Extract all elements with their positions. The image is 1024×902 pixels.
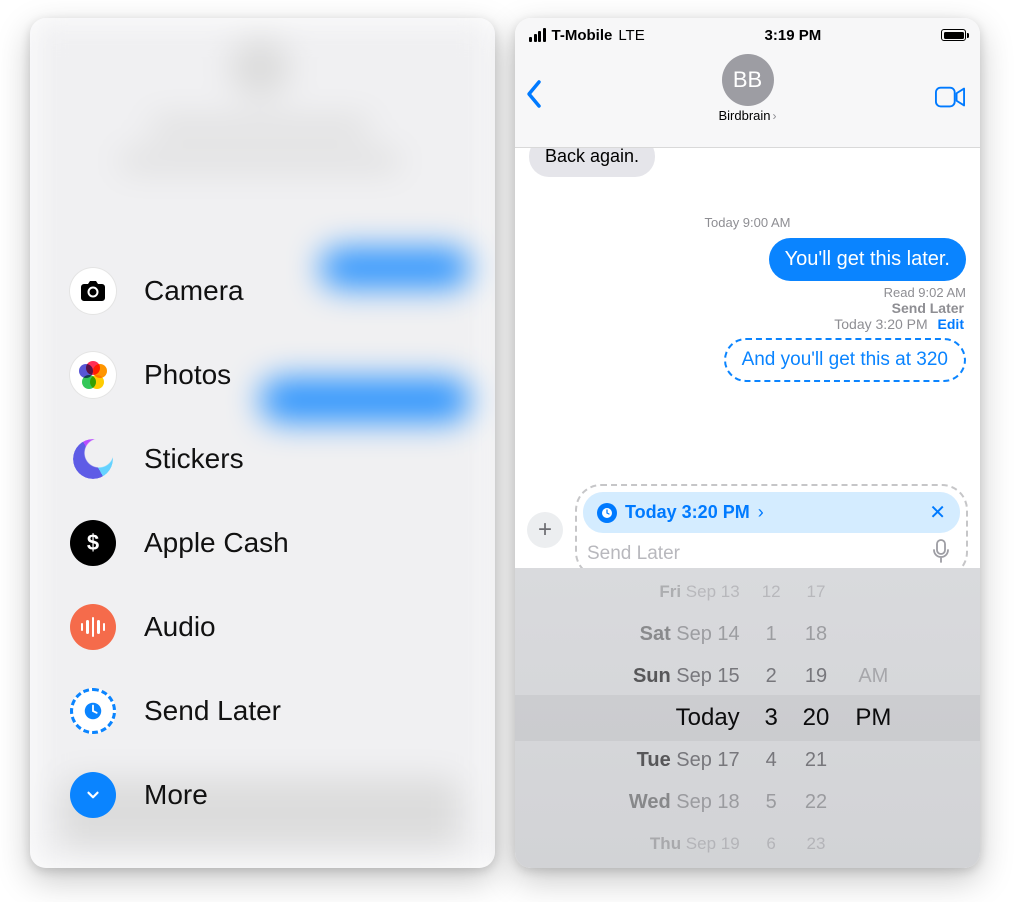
menu-item-label: Camera: [144, 275, 244, 307]
clear-schedule-button[interactable]: ✕: [929, 500, 946, 525]
menu-item-audio[interactable]: Audio: [70, 604, 455, 650]
audio-icon: [70, 604, 116, 650]
schedule-pill[interactable]: Today 3:20 PM › ✕: [583, 492, 960, 533]
menu-item-send-later[interactable]: Send Later: [70, 688, 455, 734]
compose-pill: Today 3:20 PM › ✕ Send Later: [575, 484, 968, 578]
menu-item-label: Audio: [144, 611, 216, 643]
send-later-meta: Send Later Today 3:20 PM Edit: [529, 300, 966, 332]
menu-item-camera[interactable]: Camera: [70, 268, 455, 314]
contact-name-label: Birdbrain: [718, 108, 770, 123]
send-later-time: Today 3:20 PM: [834, 316, 927, 332]
status-bar: T-Mobile LTE 3:19 PM: [515, 18, 980, 52]
photos-icon: [70, 352, 116, 398]
message-scheduled: And you'll get this at 320: [724, 338, 966, 382]
datetime-picker[interactable]: Thu Sep 11Fri Sep 13Sat Sep 14Sun Sep 15…: [515, 568, 980, 868]
dictate-button[interactable]: [932, 539, 950, 568]
apple-cash-icon: $: [70, 520, 116, 566]
clock-icon: [597, 503, 617, 523]
send-later-title: Send Later: [892, 300, 964, 316]
carrier-label: T-Mobile: [552, 27, 613, 44]
more-icon: [70, 772, 116, 818]
stickers-icon: [70, 436, 116, 482]
compose-bar: + Today 3:20 PM › ✕ Send Later: [515, 472, 980, 568]
message-incoming: Back again.: [529, 148, 655, 177]
message-outgoing: You'll get this later.: [769, 238, 966, 281]
timestamp: Today 9:00 AM: [529, 215, 966, 230]
plus-button[interactable]: +: [527, 512, 563, 548]
menu-item-label: More: [144, 779, 208, 811]
contact-info[interactable]: BB Birdbrain›: [718, 54, 776, 123]
facetime-button[interactable]: [930, 82, 970, 112]
menu-item-more[interactable]: More: [70, 772, 455, 818]
avatar: BB: [722, 54, 774, 106]
messages-conversation-screenshot: T-Mobile LTE 3:19 PM BB Birdbrain› Back …: [515, 18, 980, 868]
signal-icon: [529, 28, 546, 42]
schedule-pill-label: Today 3:20 PM: [625, 502, 750, 523]
send-later-icon: [70, 688, 116, 734]
camera-icon: [70, 268, 116, 314]
menu-item-label: Photos: [144, 359, 231, 391]
read-receipt: Read 9:02 AM: [884, 285, 966, 300]
clock: 3:19 PM: [765, 27, 822, 44]
back-button[interactable]: [525, 79, 559, 115]
conversation-header: BB Birdbrain›: [515, 52, 980, 148]
apps-menu-list: Camera Photos Stickers $ Apple Cash Audi…: [70, 268, 455, 818]
menu-item-apple-cash[interactable]: $ Apple Cash: [70, 520, 455, 566]
menu-item-stickers[interactable]: Stickers: [70, 436, 455, 482]
menu-item-label: Send Later: [144, 695, 281, 727]
menu-item-label: Stickers: [144, 443, 244, 475]
chevron-right-icon: ›: [758, 502, 764, 523]
battery-icon: [941, 29, 966, 41]
message-input[interactable]: Send Later: [587, 543, 920, 565]
chevron-right-icon: ›: [773, 109, 777, 123]
menu-item-label: Apple Cash: [144, 527, 289, 559]
edit-schedule-button[interactable]: Edit: [938, 316, 964, 332]
network-label: LTE: [618, 27, 644, 44]
conversation-scroll[interactable]: Back again. Today 9:00 AM You'll get thi…: [515, 148, 980, 472]
apps-menu-sheet-screenshot: Camera Photos Stickers $ Apple Cash Audi…: [30, 18, 495, 868]
menu-item-photos[interactable]: Photos: [70, 352, 455, 398]
